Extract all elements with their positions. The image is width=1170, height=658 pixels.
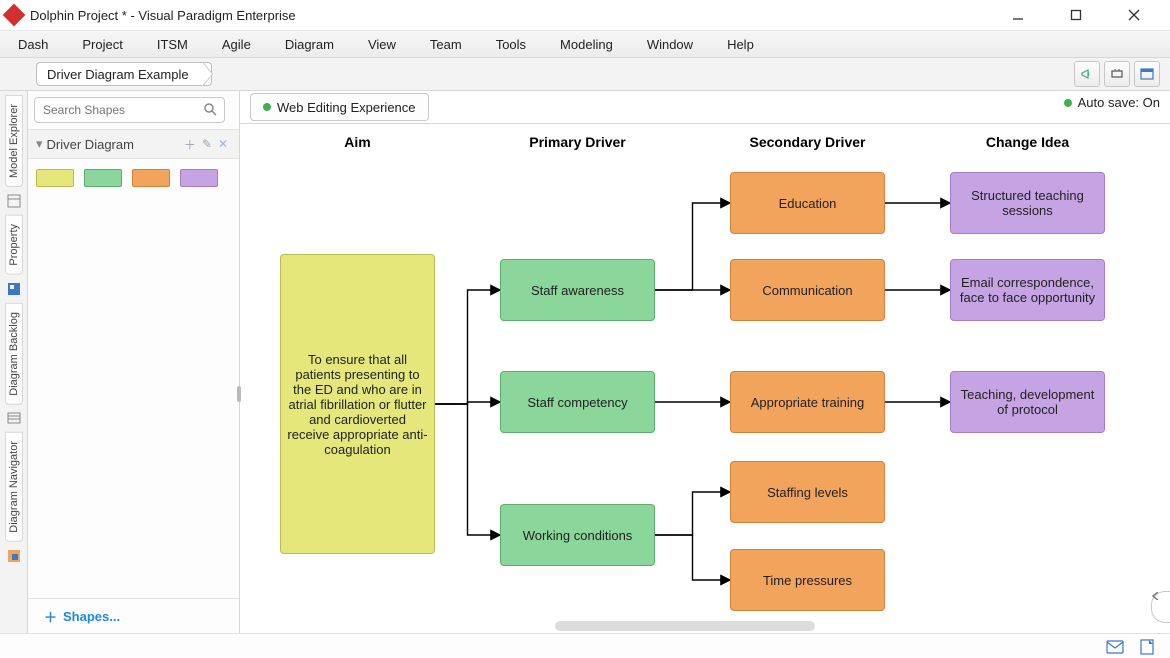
change-idea-node[interactable]: Teaching, development of protocol xyxy=(950,371,1105,433)
palette-header[interactable]: ▾ Driver Diagram ＋ ✎ ✕ xyxy=(28,129,239,159)
vtab-icon xyxy=(6,193,22,209)
menu-team[interactable]: Team xyxy=(430,37,462,52)
shapes-link-label: Shapes... xyxy=(63,609,120,624)
collapse-icon: ▾ xyxy=(36,136,43,152)
horizontal-scrollbar[interactable] xyxy=(555,621,815,631)
change-idea-node[interactable]: Structured teaching sessions xyxy=(950,172,1105,234)
menu-agile[interactable]: Agile xyxy=(222,37,251,52)
add-icon[interactable]: ＋ xyxy=(181,136,199,153)
change-idea-node[interactable]: Email correspondence, face to face oppor… xyxy=(950,259,1105,321)
menu-diagram[interactable]: Diagram xyxy=(285,37,334,52)
search-input[interactable] xyxy=(34,97,225,123)
primary-driver-node[interactable]: Staff awareness xyxy=(500,259,655,321)
vtab-icon xyxy=(6,410,22,426)
shapes-link[interactable]: ＋ Shapes... xyxy=(28,598,239,633)
megaphone-icon xyxy=(1080,67,1094,81)
menu-itsm[interactable]: ITSM xyxy=(157,37,188,52)
secondary-driver-node[interactable]: Communication xyxy=(730,259,885,321)
status-dot-icon xyxy=(263,103,271,111)
vtab-model-explorer[interactable]: Model Explorer xyxy=(5,95,23,187)
vtab-diagram-navigator[interactable]: Diagram Navigator xyxy=(5,432,23,542)
app-icon xyxy=(3,4,26,27)
document-tab[interactable]: Web Editing Experience xyxy=(250,93,429,121)
chevron-left-icon xyxy=(1152,592,1160,600)
menu-window[interactable]: Window xyxy=(647,37,693,52)
shape-palette xyxy=(28,159,239,197)
vtab-icon xyxy=(6,281,22,297)
secondary-driver-node[interactable]: Time pressures xyxy=(730,549,885,611)
close-icon xyxy=(1128,9,1140,21)
shape-change[interactable] xyxy=(180,169,218,187)
edit-icon[interactable]: ✎ xyxy=(199,137,215,151)
status-dot-icon xyxy=(1064,99,1072,107)
header-toolbar xyxy=(1074,61,1160,87)
secondary-driver-node[interactable]: Education xyxy=(730,172,885,234)
menu-view[interactable]: View xyxy=(368,37,396,52)
primary-driver-node[interactable]: Working conditions xyxy=(500,504,655,566)
maximize-button[interactable] xyxy=(1056,9,1096,21)
search-row: ⋮ xyxy=(28,91,239,129)
minimize-icon xyxy=(1012,9,1024,21)
vtab-diagram-backlog[interactable]: Diagram Backlog xyxy=(5,303,23,405)
main-area: Model Explorer Property Diagram Backlog Dia… xyxy=(0,91,1170,633)
panel-icon xyxy=(1140,67,1154,81)
breadcrumb[interactable]: Driver Diagram Example xyxy=(36,62,212,86)
plus-icon: ＋ xyxy=(44,607,57,626)
mail-icon[interactable] xyxy=(1106,640,1124,657)
primary-driver-node[interactable]: Staff competency xyxy=(500,371,655,433)
menu-tools[interactable]: Tools xyxy=(496,37,526,52)
side-tabs: Model Explorer Property Diagram Backlog Dia… xyxy=(0,91,28,633)
document-tab-label: Web Editing Experience xyxy=(277,100,416,115)
menu-bar: Dash Project ITSM Agile Diagram View Team Tools… xyxy=(0,31,1170,58)
close-button[interactable] xyxy=(1114,9,1154,21)
splitter-handle[interactable] xyxy=(237,386,241,402)
menu-help[interactable]: Help xyxy=(727,37,754,52)
window-title: Dolphin Project * - Visual Paradigm Ente… xyxy=(30,8,998,23)
vtab-icon xyxy=(6,548,22,564)
format-icon xyxy=(1110,67,1124,81)
shape-secondary[interactable] xyxy=(132,169,170,187)
status-bar xyxy=(0,633,1170,658)
editor-area: Web Editing Experience Auto save: On Aim… xyxy=(240,91,1170,633)
diagram-canvas[interactable]: AimPrimary DriverSecondary DriverChange … xyxy=(240,124,1170,633)
title-bar: Dolphin Project * - Visual Paradigm Ente… xyxy=(0,0,1170,31)
autosave-label: Auto save: On xyxy=(1078,95,1160,110)
note-icon[interactable] xyxy=(1140,639,1154,658)
shape-aim[interactable] xyxy=(36,169,74,187)
shape-primary[interactable] xyxy=(84,169,122,187)
menu-modeling[interactable]: Modeling xyxy=(560,37,613,52)
palette-title: Driver Diagram xyxy=(47,137,134,152)
shapes-panel: ⋮ ▾ Driver Diagram ＋ ✎ ✕ ＋ Shapes... xyxy=(28,91,240,633)
aim-node[interactable]: To ensure that all patients presenting t… xyxy=(280,254,435,554)
secondary-driver-node[interactable]: Staffing levels xyxy=(730,461,885,523)
announce-button[interactable] xyxy=(1074,61,1100,87)
breadcrumb-label: Driver Diagram Example xyxy=(47,67,189,82)
document-tabstrip: Web Editing Experience Auto save: On xyxy=(240,91,1170,124)
menu-dash[interactable]: Dash xyxy=(18,37,48,52)
minimize-button[interactable] xyxy=(998,9,1038,21)
format-button[interactable] xyxy=(1104,61,1130,87)
sub-header: Driver Diagram Example xyxy=(0,58,1170,91)
autosave-indicator: Auto save: On xyxy=(1064,95,1160,110)
expand-bubble[interactable] xyxy=(1151,591,1170,623)
vtab-property[interactable]: Property xyxy=(5,215,23,275)
window-controls xyxy=(998,9,1164,21)
panel-button[interactable] xyxy=(1134,61,1160,87)
remove-icon[interactable]: ✕ xyxy=(215,137,231,151)
maximize-icon xyxy=(1070,9,1082,21)
menu-project[interactable]: Project xyxy=(82,37,122,52)
secondary-driver-node[interactable]: Appropriate training xyxy=(730,371,885,433)
